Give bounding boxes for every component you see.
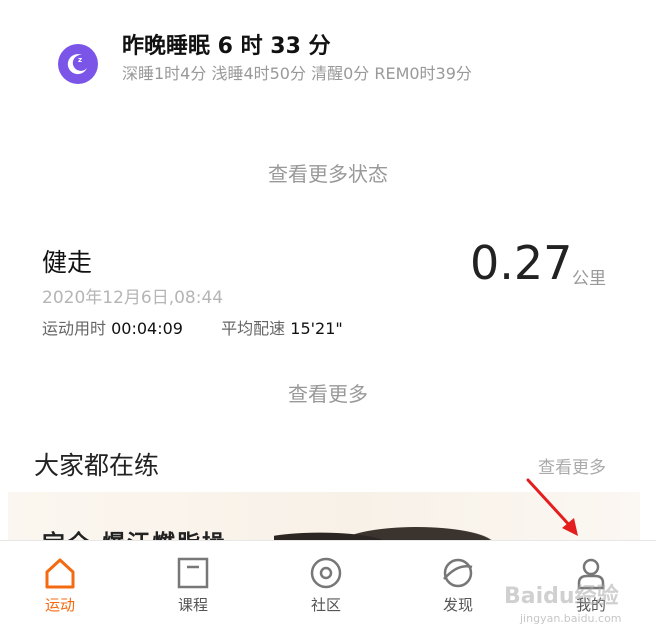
sleep-detail: 深睡1时4分 浅睡4时50分 清醒0分 REM0时39分 [122, 64, 472, 83]
workout-type: 健走 [42, 248, 93, 277]
community-icon [310, 557, 342, 589]
red-arrow-icon [526, 478, 578, 536]
duration-value: 00:04:09 [111, 319, 183, 338]
pace-value: 15'21" [290, 319, 343, 338]
sleep-summary-card[interactable]: z 昨晚睡眠 6 时 33 分 深睡1时4分 浅睡4时50分 清醒0分 REM0… [0, 0, 656, 130]
distance-unit: 公里 [572, 269, 606, 289]
sleep-title: 昨晚睡眠 6 时 33 分 [122, 34, 331, 59]
duration-label: 运动用时 [42, 319, 107, 338]
tab-course[interactable]: 课程 [133, 541, 253, 641]
watermark-logo: Baidu经验 [504, 584, 619, 609]
tab-course-label: 课程 [177, 596, 208, 614]
svg-text:z: z [78, 56, 82, 64]
home-icon [45, 558, 75, 589]
tab-discover-label: 发现 [442, 596, 473, 614]
view-more-status-link[interactable]: 查看更多状态 [0, 158, 656, 187]
tab-sport[interactable]: 运动 [0, 541, 120, 641]
banner-athlete-image [274, 512, 504, 540]
moon-icon: z [58, 44, 98, 84]
section-title: 大家都在练 [34, 451, 160, 480]
pace-label: 平均配速 [221, 319, 286, 338]
discover-icon [443, 558, 473, 588]
course-icon [177, 557, 209, 589]
distance-value: 0.27 [470, 236, 573, 290]
tab-discover[interactable]: 发现 [398, 541, 518, 641]
banner-title: 宝全 爆汗燃脂操 [42, 524, 227, 540]
watermark-url: jingyan.baidu.com [520, 612, 622, 625]
tab-community[interactable]: 社区 [266, 541, 386, 641]
tab-community-label: 社区 [310, 596, 341, 614]
workout-datetime: 2020年12月6日,08:44 [42, 288, 224, 308]
workout-stats: 运动用时 00:04:09 平均配速 15'21" [42, 315, 343, 339]
view-more-workouts-link[interactable]: 查看更多 [0, 378, 656, 407]
tab-sport-label: 运动 [44, 596, 75, 614]
